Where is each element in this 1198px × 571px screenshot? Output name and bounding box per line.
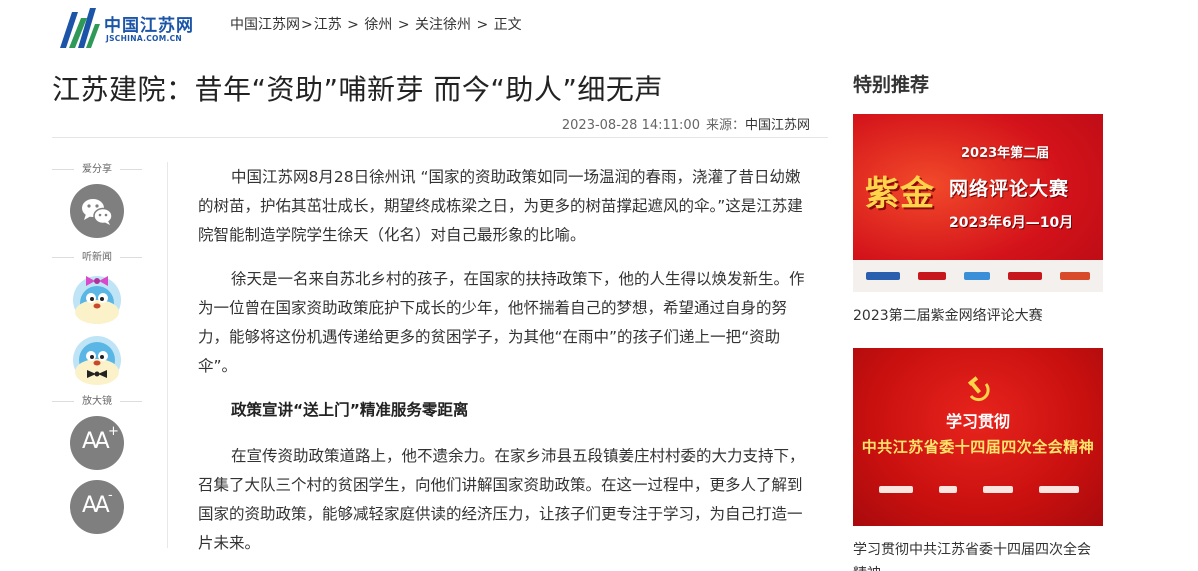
- recommend-card-caption[interactable]: 学习贯彻中共江苏省委十四届四次全会精神: [853, 538, 1103, 571]
- font-increase-button[interactable]: AA +: [70, 416, 124, 470]
- breadcrumb-separator: >: [301, 17, 313, 33]
- article-title: 江苏建院：昔年“资助”哺新芽 而今“助人”细无声: [52, 73, 663, 106]
- listen-label: 听新闻: [52, 248, 142, 266]
- banner-text: 中共江苏省委十四届四次全会精神: [861, 438, 1095, 456]
- article-body: 中国江苏网8月28日徐州讯 “国家的资助政策如同一场温润的春雨，浇灌了昔日幼嫩的…: [198, 163, 810, 571]
- wechat-icon: [82, 199, 113, 225]
- article-paragraph: 中国江苏网8月28日徐州讯 “国家的资助政策如同一场温润的春雨，浇灌了昔日幼嫩的…: [198, 168, 803, 244]
- sidebar-divider: [167, 162, 168, 548]
- breadcrumb-item-current: 正文: [493, 17, 522, 33]
- breadcrumb-item-jiangsu[interactable]: 江苏: [314, 17, 342, 33]
- breadcrumb-separator: >: [393, 17, 415, 33]
- share-sidebar: 爱分享 听新闻 放大镜 AA + AA -: [52, 160, 142, 544]
- article-paragraph: 在宣传资助政策道路上，他不遗余力。在家乡沛县五段镇姜庄村村委的大力支持下，召集了…: [198, 447, 805, 552]
- breadcrumb-separator: >: [342, 17, 364, 33]
- hammer-sickle-icon: [967, 376, 990, 402]
- zoom-out-icon: AA -: [82, 488, 112, 518]
- banner-text: 2023年第二届: [961, 146, 1050, 161]
- breadcrumb: 中国江苏网>江苏 > 徐州 > 关注徐州 > 正文: [230, 14, 522, 34]
- site-logo[interactable]: 中国江苏网 JSCHINA.COM.CN: [56, 4, 206, 50]
- banner-text: 学习贯彻: [945, 412, 1010, 431]
- breadcrumb-separator: >: [472, 17, 493, 33]
- recommend-title: 特别推荐: [853, 74, 930, 96]
- banner-text: 网络评论大赛: [949, 178, 1070, 200]
- zijin-contest-banner[interactable]: 2023年第二届 紫金 网络评论大赛 2023年6月—10月: [853, 114, 1103, 292]
- banner-text: 2023年6月—10月: [949, 215, 1074, 231]
- partner-logos-strip: [879, 482, 1079, 496]
- article-meta: 2023-08-28 14:11:00 来源：中国江苏网: [562, 114, 810, 133]
- source-label: 来源：: [705, 118, 745, 133]
- partner-logos-strip: [853, 260, 1103, 292]
- recommend-card-caption[interactable]: 2023第二届紫金网络评论大赛: [853, 304, 1103, 328]
- breadcrumb-item-xuzhou[interactable]: 徐州: [364, 17, 392, 33]
- article-paragraph: 徐天是一名来自苏北乡村的孩子，在国家的扶持政策下，他的人生得以焕发新生。作为一位…: [198, 270, 805, 375]
- recommend-card-zijin[interactable]: 2023年第二届 紫金 网络评论大赛 2023年6月—10月 2023第二届紫金…: [853, 114, 1103, 328]
- wechat-share-button[interactable]: [70, 184, 124, 238]
- zoom-label: 放大镜: [52, 392, 142, 410]
- zoom-in-icon: AA +: [82, 424, 119, 454]
- source-name[interactable]: 中国江苏网: [745, 118, 810, 133]
- share-label: 爱分享: [52, 160, 142, 178]
- banner-text: 紫金: [865, 174, 935, 214]
- logo-mark-icon: [60, 8, 100, 48]
- breadcrumb-item-home[interactable]: 中国江苏网: [230, 17, 300, 33]
- breadcrumb-item-focus-xuzhou[interactable]: 关注徐州: [415, 17, 471, 33]
- female-voice-mascot-icon[interactable]: [67, 268, 127, 326]
- logo-domain: JSCHINA.COM.CN: [106, 34, 183, 43]
- logo-text: 中国江苏网: [104, 16, 194, 36]
- plenary-study-banner[interactable]: 学习贯彻 中共江苏省委十四届四次全会精神: [853, 348, 1103, 526]
- article-subheading: 政策宣讲“送上门”精准服务零距离: [231, 401, 469, 419]
- title-divider: [52, 137, 828, 138]
- font-decrease-button[interactable]: AA -: [70, 480, 124, 534]
- recommend-card-plenary[interactable]: 学习贯彻 中共江苏省委十四届四次全会精神 学习贯彻中共江苏省委十四届四次全会精神: [853, 348, 1103, 571]
- publish-datetime: 2023-08-28 14:11:00: [561, 118, 700, 133]
- male-voice-mascot-icon[interactable]: [67, 330, 127, 388]
